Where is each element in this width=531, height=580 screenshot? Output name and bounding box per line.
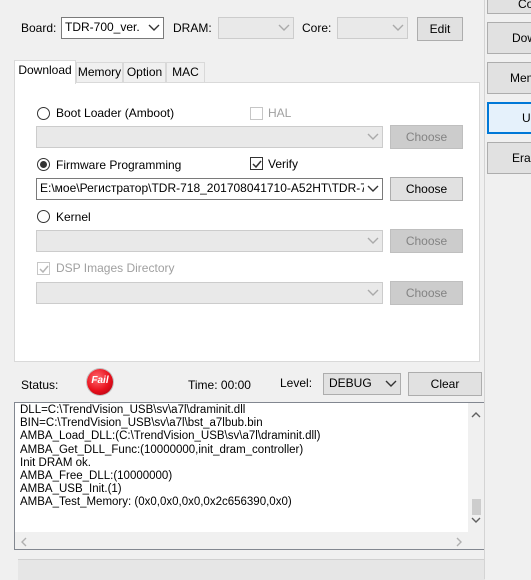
level-select-value: DEBUG bbox=[329, 376, 372, 390]
bootloader-choose-button[interactable]: Choose bbox=[390, 125, 463, 149]
core-select[interactable] bbox=[337, 17, 408, 39]
side-download-button[interactable]: Dow bbox=[487, 22, 531, 54]
status-label: Status: bbox=[21, 378, 59, 392]
clear-button[interactable]: Clear bbox=[408, 372, 482, 396]
level-select[interactable]: DEBUG bbox=[323, 373, 401, 395]
log-lines: DLL=C:\TrendVision_USB\sv\a7l\draminit.d… bbox=[20, 404, 320, 510]
scroll-up-arrow-icon[interactable] bbox=[471, 407, 481, 421]
board-label: Board: bbox=[21, 21, 57, 35]
side-upload-button[interactable]: Up bbox=[487, 102, 531, 134]
log-line: DLL=C:\TrendVision_USB\sv\a7l\draminit.d… bbox=[20, 404, 246, 416]
log-line: AMBA_Load_DLL:(C:\TrendVision_USB\sv\a7l… bbox=[20, 430, 321, 443]
tab-mac-label: MAC bbox=[172, 65, 199, 79]
tab-download-label: Download bbox=[18, 63, 72, 77]
tab-memory[interactable]: Memory bbox=[76, 62, 123, 82]
tab-strip: Download Memory Option MAC bbox=[14, 60, 484, 84]
firmware-radio[interactable] bbox=[37, 158, 50, 171]
tab-memory-label: Memory bbox=[77, 65, 122, 79]
hal-label: HAL bbox=[268, 106, 292, 120]
bootloader-label: Boot Loader (Amboot) bbox=[56, 106, 175, 120]
side-memory-label: Mem bbox=[510, 71, 531, 85]
kernel-path-select[interactable] bbox=[36, 230, 383, 252]
log-line: BIN=C:\TrendVision_USB\sv\a7l\bst_a7lbub… bbox=[20, 417, 263, 430]
log-line: AMBA_USB_Init.(1) bbox=[20, 483, 122, 496]
log-horizontal-scrollbar[interactable] bbox=[15, 532, 468, 549]
side-button-top[interactable]: Co bbox=[487, 0, 531, 14]
bootloader-path-select[interactable] bbox=[36, 126, 383, 148]
firmware-path-select[interactable]: E:\мое\Регистратор\TDR-718_201708041710-… bbox=[36, 178, 383, 200]
dsp-checkbox[interactable] bbox=[37, 262, 50, 275]
hal-checkbox[interactable] bbox=[250, 107, 263, 120]
tab-option-label: Option bbox=[126, 65, 163, 79]
tab-mac[interactable]: MAC bbox=[166, 62, 205, 82]
side-upload-label: Up bbox=[522, 111, 531, 125]
kernel-choose-button[interactable]: Choose bbox=[390, 229, 463, 253]
side-download-label: Dow bbox=[512, 31, 531, 45]
chevron-down-icon bbox=[385, 380, 397, 388]
board-select-value: TDR-700_ver. bbox=[65, 20, 140, 34]
bootloader-radio[interactable] bbox=[37, 107, 50, 120]
chevron-down-icon bbox=[148, 24, 160, 32]
side-erase-button[interactable]: Eras bbox=[487, 142, 531, 174]
dsp-path-select[interactable] bbox=[36, 282, 383, 304]
right-side-panel: Co Dow Mem Up Eras bbox=[484, 0, 531, 579]
chevron-down-icon bbox=[367, 133, 379, 141]
log-vertical-scrollbar[interactable] bbox=[468, 403, 485, 532]
verify-checkbox[interactable] bbox=[250, 157, 263, 170]
log-line: Init DRAM ok. bbox=[20, 456, 91, 469]
scroll-left-arrow-icon[interactable] bbox=[20, 536, 27, 549]
chevron-down-icon bbox=[367, 289, 379, 297]
firmware-choose-button[interactable]: Choose bbox=[390, 177, 463, 201]
dram-select[interactable] bbox=[218, 17, 294, 39]
bottom-status-strip bbox=[18, 559, 485, 580]
log-output[interactable]: DLL=C:\TrendVision_USB\sv\a7l\draminit.d… bbox=[14, 402, 486, 550]
firmware-label: Firmware Programming bbox=[56, 158, 182, 172]
log-line: AMBA_Test_Memory: (0x0,0x0,0x0,0x2c65639… bbox=[20, 496, 292, 509]
board-select[interactable]: TDR-700_ver. bbox=[61, 17, 164, 39]
core-label: Core: bbox=[302, 21, 332, 35]
edit-button[interactable]: Edit bbox=[417, 17, 463, 41]
firmware-path-value: E:\мое\Регистратор\TDR-718_201708041710-… bbox=[40, 181, 364, 195]
side-button-top-label: Co bbox=[518, 0, 531, 11]
checkmark-icon bbox=[39, 265, 49, 274]
side-erase-label: Eras bbox=[512, 151, 531, 165]
chevron-down-icon bbox=[392, 24, 404, 32]
tab-option[interactable]: Option bbox=[123, 62, 166, 82]
fail-status-text: Fail bbox=[91, 375, 109, 386]
scroll-right-arrow-icon[interactable] bbox=[456, 536, 463, 549]
side-memory-button[interactable]: Mem bbox=[487, 62, 531, 94]
chevron-down-icon bbox=[367, 185, 379, 193]
dram-label: DRAM: bbox=[173, 21, 212, 35]
chevron-down-icon bbox=[367, 237, 379, 245]
scroll-corner bbox=[468, 532, 485, 549]
verify-label: Verify bbox=[268, 157, 299, 171]
time-label: Time: 00:00 bbox=[188, 378, 251, 392]
fail-status-badge: Fail bbox=[87, 369, 113, 395]
dsp-label: DSP Images Directory bbox=[56, 261, 175, 275]
dsp-choose-button[interactable]: Choose bbox=[390, 281, 463, 305]
checkmark-icon bbox=[252, 160, 262, 169]
level-label: Level: bbox=[280, 376, 313, 390]
log-line: AMBA_Get_DLL_Func:(10000000,init_dram_co… bbox=[20, 443, 304, 456]
log-line: AMBA_Free_DLL:(10000000) bbox=[20, 470, 173, 483]
kernel-radio[interactable] bbox=[37, 210, 50, 223]
kernel-label: Kernel bbox=[56, 210, 91, 224]
tab-download[interactable]: Download bbox=[14, 60, 76, 84]
scroll-down-arrow-icon[interactable] bbox=[471, 513, 481, 527]
chevron-down-icon bbox=[278, 24, 290, 32]
